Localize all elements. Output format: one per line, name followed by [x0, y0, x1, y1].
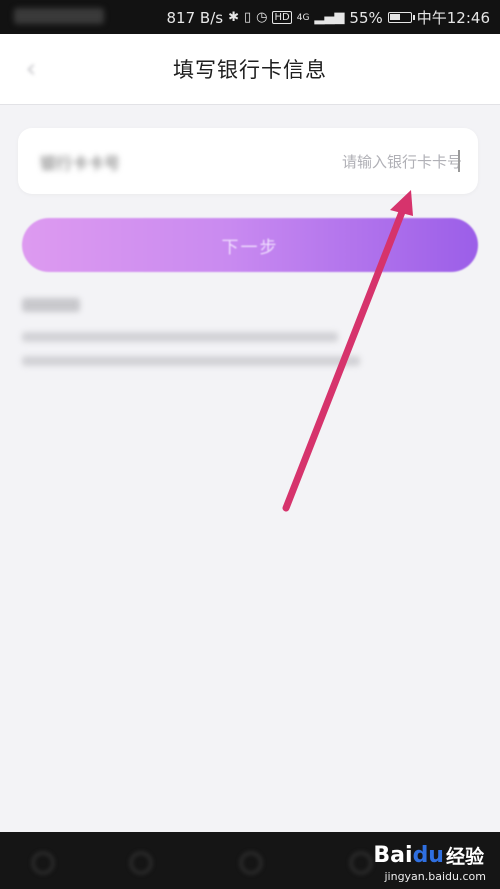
annotation-arrow — [282, 190, 413, 512]
back-nav-icon[interactable] — [32, 852, 54, 874]
baidu-jingyan-watermark: Baidu 经验 — [373, 842, 484, 869]
triangle-nav-icon[interactable] — [130, 852, 152, 874]
watermark-label: 经验 — [445, 846, 484, 868]
recent-nav-icon[interactable] — [350, 852, 372, 874]
baidu-logo: Baidu — [373, 843, 444, 868]
watermark-url: jingyan.baidu.com — [384, 870, 486, 883]
home-nav-icon[interactable] — [240, 852, 262, 874]
